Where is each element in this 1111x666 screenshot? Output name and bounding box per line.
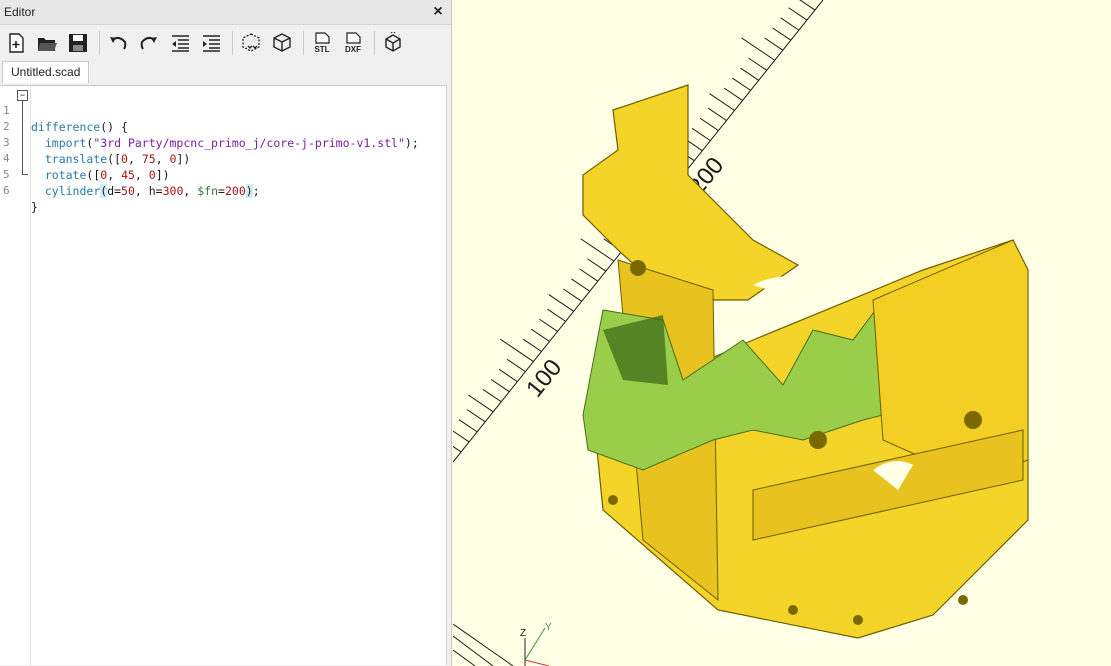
render-button[interactable] (268, 29, 296, 57)
ruler-tick (780, 17, 800, 31)
ruler-tick (506, 358, 526, 373)
indent-icon (203, 35, 220, 52)
ruler-tick (458, 419, 478, 433)
code-text: cylinder(d=50, h=300, $fn=200); (44, 184, 260, 198)
export-dxf-button[interactable]: DXF (339, 29, 367, 57)
toolbar-separator (99, 31, 100, 55)
ruler-tick (453, 445, 462, 453)
save-file-icon (69, 34, 87, 52)
model-hole (809, 431, 827, 449)
export-stl-button[interactable]: STL (308, 29, 336, 57)
redo-button[interactable] (135, 29, 163, 57)
render-icon (273, 33, 291, 52)
ruler-tick (772, 27, 792, 41)
line-number: 6 (3, 184, 10, 197)
ruler-tick (707, 107, 727, 121)
ruler-tick (563, 288, 582, 302)
model-hole (630, 260, 646, 276)
export-dxf-icon: DXF (345, 32, 361, 54)
ruler-tick (699, 117, 719, 131)
ruler-tick (764, 37, 784, 51)
ruler-tick (522, 338, 542, 352)
ruler-tick (482, 389, 502, 403)
new-file-icon (9, 33, 24, 53)
editor-panel: Editor × STL DXF Untitled.scad − 1 diffe… (0, 0, 452, 666)
ruler-tick (788, 7, 808, 21)
3d-model (582, 84, 1029, 639)
ruler-tick (587, 258, 607, 272)
viewport-canvas: 100 200 Z Y (453, 0, 1029, 666)
ruler-tick (547, 308, 566, 322)
ruler-tick (799, 0, 816, 11)
ruler-tick (571, 278, 591, 292)
redo-icon (140, 36, 157, 50)
code-line: 6 } (0, 167, 446, 214)
save-file-button[interactable] (64, 29, 92, 57)
code-line: 2 import("3rd Party/mpcnc_primo_j/core-j… (0, 103, 446, 150)
ruler-tick (530, 328, 550, 342)
ruler-tick (468, 394, 494, 413)
export-stl-icon: STL (314, 32, 330, 54)
3d-viewport[interactable]: 100 200 Z Y (453, 0, 1111, 666)
open-file-button[interactable] (33, 29, 61, 57)
code-text: } (31, 200, 38, 214)
ruler-tick (691, 127, 711, 142)
new-file-button[interactable] (2, 29, 30, 57)
toolbar-separator (232, 31, 233, 55)
ruler-tick (709, 93, 735, 111)
model-hole (788, 605, 798, 615)
ruler-tick (539, 318, 558, 332)
model-hole (958, 595, 968, 605)
model-hole (608, 495, 618, 505)
code-line: 3 translate([0, 75, 0]) (0, 119, 446, 166)
ruler-tick (490, 378, 510, 393)
editor-title: Editor (4, 5, 36, 19)
code-line: 5 cylinder(d=50, h=300, $fn=200); (0, 151, 446, 198)
code-editor[interactable]: − 1 difference() { 2 import("3rd Party/m… (0, 85, 447, 665)
undo-icon (110, 36, 127, 50)
ruler-tick (453, 430, 470, 443)
axis-label-100: 100 (521, 354, 567, 402)
open-file-icon (38, 38, 57, 51)
send-to-print-button[interactable] (379, 29, 407, 57)
svg-text:DXF: DXF (345, 45, 361, 54)
ruler-tick (724, 87, 743, 101)
preview-icon (242, 33, 260, 52)
tab-untitled-scad[interactable]: Untitled.scad (2, 61, 90, 83)
ruler-tick (466, 409, 486, 423)
indent-button[interactable] (197, 29, 225, 57)
unindent-icon (172, 35, 189, 52)
toolbar-separator (303, 31, 304, 55)
code-line: 1 difference() { (0, 87, 446, 134)
ruler-tick (732, 77, 751, 91)
ruler-tick (748, 57, 767, 71)
undo-button[interactable] (104, 29, 132, 57)
gizmo-y-label: Y (545, 622, 552, 633)
editor-titlebar: Editor × (0, 0, 451, 25)
axes-gizmo: Z Y (453, 622, 552, 666)
toolbar-separator (374, 31, 375, 55)
editor-toolbar: STL DXF (0, 25, 451, 61)
preview-button[interactable] (237, 29, 265, 57)
ruler-tick (548, 294, 574, 312)
unindent-button[interactable] (166, 29, 194, 57)
ruler-tick (498, 368, 518, 383)
ruler-tick (740, 67, 759, 81)
model-hole (964, 411, 982, 429)
ruler-tick (579, 268, 599, 282)
send-to-print-icon (385, 32, 401, 52)
gizmo-z-label: Z (520, 628, 526, 639)
svg-text:STL: STL (314, 45, 329, 54)
model-hole (853, 615, 863, 625)
file-tabs: Untitled.scad (0, 61, 451, 83)
code-line: 4 rotate([0, 45, 0]) (0, 135, 446, 182)
close-icon[interactable]: × (431, 3, 445, 21)
model-upper-arm (582, 84, 800, 301)
